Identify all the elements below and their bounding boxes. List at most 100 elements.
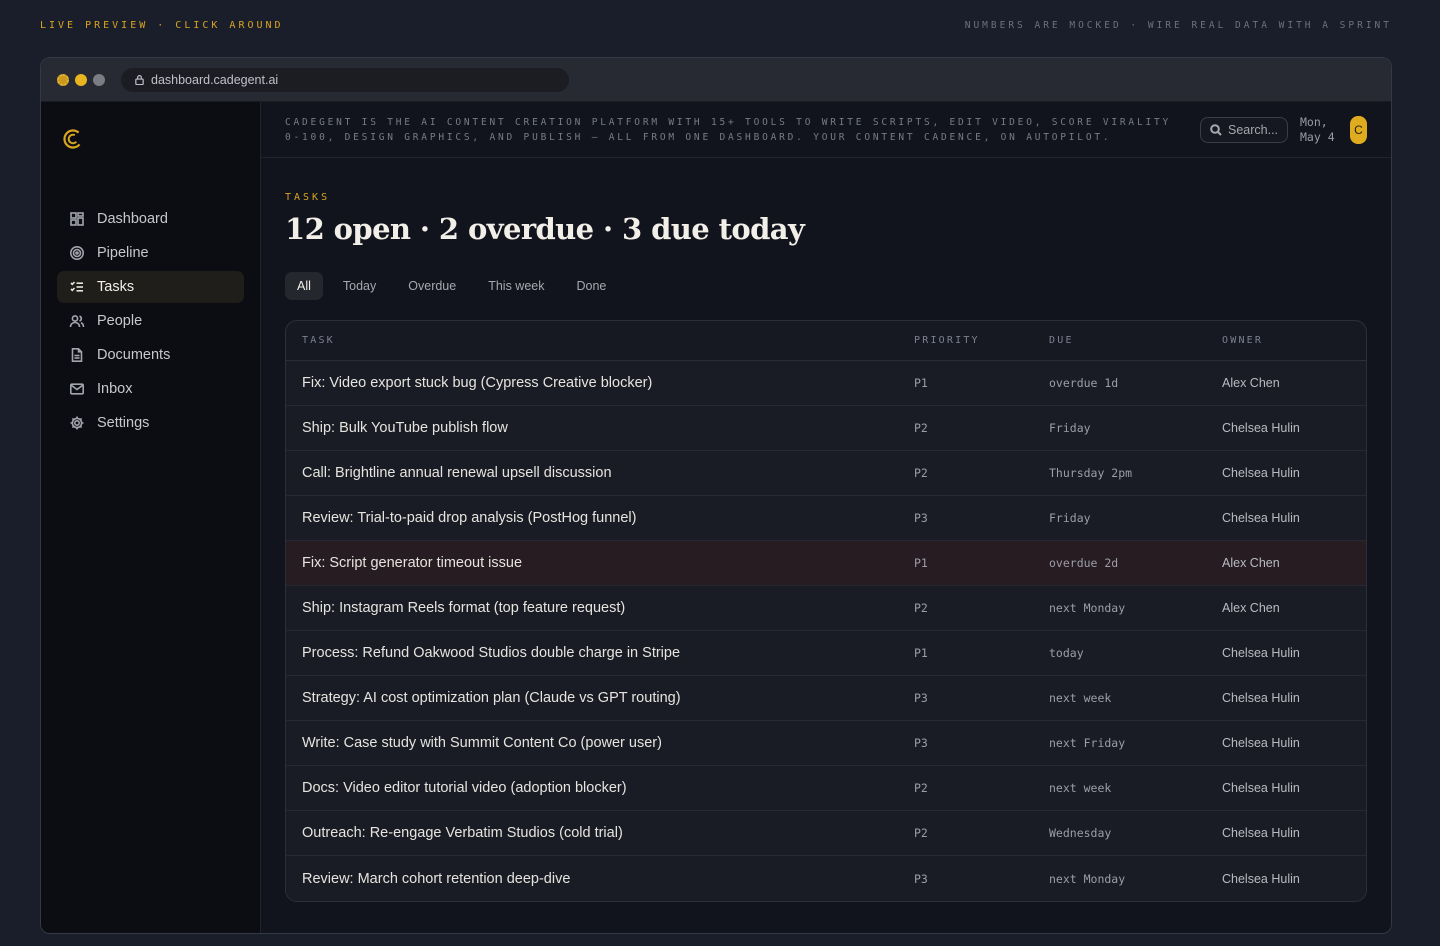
- gear-icon: [70, 416, 84, 430]
- table-row[interactable]: Process: Refund Oakwood Studios double c…: [286, 631, 1366, 676]
- url-text: dashboard.cadegent.ai: [151, 72, 279, 87]
- sidebar-item-inbox[interactable]: Inbox: [57, 373, 244, 405]
- tab-done[interactable]: Done: [565, 272, 619, 300]
- task-cell: Fix: Video export stuck bug (Cypress Cre…: [302, 375, 653, 391]
- column-header-due[interactable]: DUE: [1049, 335, 1222, 346]
- sidebar-item-documents[interactable]: Documents: [57, 339, 244, 371]
- sidebar-item-people[interactable]: People: [57, 305, 244, 337]
- table-row[interactable]: Outreach: Re-engage Verbatim Studios (co…: [286, 811, 1366, 856]
- priority-cell: P2: [914, 601, 928, 615]
- document-icon: [71, 348, 83, 362]
- task-cell: Docs: Video editor tutorial video (adopt…: [302, 780, 627, 796]
- product-tagline: Cadegent is the AI content creation plat…: [285, 116, 1172, 143]
- table-row[interactable]: Write: Case study with Summit Content Co…: [286, 721, 1366, 766]
- current-date: Mon, May 4: [1300, 115, 1344, 145]
- tab-all[interactable]: All: [285, 272, 323, 300]
- owner-cell: Chelsea Hulin: [1222, 646, 1300, 660]
- due-cell: Friday: [1049, 511, 1091, 525]
- column-header-priority[interactable]: PRIORITY: [914, 335, 1049, 346]
- app-shell: Dashboard Pipeline Tasks People Document…: [41, 102, 1391, 933]
- sidebar-item-settings[interactable]: Settings: [57, 407, 244, 439]
- date-day: May 4: [1300, 129, 1335, 144]
- table-row[interactable]: Fix: Video export stuck bug (Cypress Cre…: [286, 361, 1366, 406]
- due-cell: next week: [1049, 691, 1112, 705]
- priority-cell: P1: [914, 646, 928, 660]
- due-cell: next Monday: [1049, 601, 1126, 615]
- task-cell: Review: Trial-to-paid drop analysis (Pos…: [302, 510, 637, 526]
- priority-cell: P2: [914, 466, 928, 480]
- task-cell: Fix: Script generator timeout issue: [302, 555, 523, 571]
- owner-cell: Alex Chen: [1222, 601, 1280, 615]
- sidebar-item-label: People: [97, 313, 143, 329]
- search-placeholder: Search...: [1228, 122, 1279, 137]
- sidebar-item-dashboard[interactable]: Dashboard: [57, 203, 244, 235]
- lock-icon: [135, 75, 144, 85]
- tab-this-week[interactable]: This week: [476, 272, 556, 300]
- main-content: Cadegent is the AI content creation plat…: [261, 102, 1391, 933]
- column-header-owner[interactable]: OWNER: [1222, 335, 1366, 346]
- table-header: TASK PRIORITY DUE OWNER: [286, 321, 1366, 361]
- tasks-page: Tasks 12 open · 2 overdue · 3 due today …: [261, 158, 1391, 902]
- browser-chrome: dashboard.cadegent.ai: [41, 58, 1391, 102]
- priority-cell: P2: [914, 781, 928, 795]
- date-weekday: Mon,: [1300, 114, 1328, 129]
- due-cell: next Monday: [1049, 871, 1126, 886]
- table-row[interactable]: Call: Brightline annual renewal upsell d…: [286, 451, 1366, 496]
- priority-cell: P3: [914, 691, 928, 705]
- preview-banner: Live preview · click around Numbers are …: [40, 18, 1392, 32]
- window-close-button[interactable]: [57, 73, 69, 86]
- table-row[interactable]: Review: March cohort retention deep-dive…: [286, 856, 1366, 901]
- window-controls: [57, 73, 105, 86]
- priority-cell: P3: [914, 871, 928, 886]
- due-cell: Wednesday: [1049, 826, 1112, 840]
- sidebar-item-label: Documents: [97, 347, 171, 363]
- owner-cell: Chelsea Hulin: [1222, 691, 1300, 705]
- priority-cell: P3: [914, 511, 928, 525]
- task-cell: Ship: Instagram Reels format (top featur…: [302, 600, 626, 616]
- task-cell: Ship: Bulk YouTube publish flow: [302, 420, 508, 436]
- owner-cell: Chelsea Hulin: [1222, 511, 1300, 525]
- table-row[interactable]: Review: Trial-to-paid drop analysis (Pos…: [286, 496, 1366, 541]
- page-title: 12 open · 2 overdue · 3 due today: [285, 212, 805, 246]
- due-cell: overdue 2d: [1049, 556, 1119, 570]
- owner-cell: Chelsea Hulin: [1222, 736, 1300, 750]
- sidebar-item-pipeline[interactable]: Pipeline: [57, 237, 244, 269]
- avatar[interactable]: C: [1350, 115, 1367, 144]
- table-row[interactable]: Ship: Bulk YouTube publish flow P2 Friday C…: [286, 406, 1366, 451]
- table-row[interactable]: Fix: Script generator timeout issue P1 ove…: [286, 541, 1366, 586]
- task-cell: Process: Refund Oakwood Studios double c…: [302, 645, 681, 661]
- mock-notice: Numbers are mocked · wire real data with…: [964, 19, 1392, 31]
- window-minimize-button[interactable]: [75, 73, 87, 86]
- due-cell: overdue 1d: [1049, 376, 1119, 390]
- task-cell: Strategy: AI cost optimization plan (Cla…: [302, 690, 681, 706]
- address-bar[interactable]: dashboard.cadegent.ai: [121, 67, 569, 92]
- tasks-table: TASK PRIORITY DUE OWNER Fix: Video expor…: [285, 320, 1367, 902]
- due-cell: today: [1049, 646, 1084, 660]
- table-row[interactable]: Strategy: AI cost optimization plan (Cla…: [286, 676, 1366, 721]
- table-row[interactable]: Ship: Instagram Reels format (top featur…: [286, 586, 1366, 631]
- sidebar: Dashboard Pipeline Tasks People Document…: [41, 102, 261, 933]
- task-cell: Outreach: Re-engage Verbatim Studios (co…: [302, 825, 623, 841]
- tab-today[interactable]: Today: [331, 272, 388, 300]
- sidebar-item-label: Settings: [97, 415, 150, 431]
- priority-cell: P1: [914, 556, 928, 570]
- tab-overdue[interactable]: Overdue: [396, 272, 468, 300]
- sidebar-item-label: Dashboard: [97, 211, 168, 227]
- search-icon: [1210, 123, 1222, 136]
- owner-cell: Chelsea Hulin: [1222, 421, 1300, 435]
- priority-cell: P1: [914, 376, 928, 390]
- priority-cell: P3: [914, 736, 928, 750]
- column-header-task[interactable]: TASK: [302, 335, 914, 346]
- sidebar-item-label: Inbox: [97, 381, 133, 397]
- window-maximize-button[interactable]: [93, 73, 105, 86]
- dashboard-icon: [70, 212, 84, 226]
- search-input[interactable]: Search...: [1200, 116, 1288, 143]
- app-header: Cadegent is the AI content creation plat…: [261, 102, 1391, 158]
- table-row[interactable]: Docs: Video editor tutorial video (adopt…: [286, 766, 1366, 811]
- owner-cell: Alex Chen: [1222, 376, 1280, 390]
- owner-cell: Chelsea Hulin: [1222, 826, 1300, 840]
- due-cell: next Friday: [1049, 736, 1126, 750]
- owner-cell: Chelsea Hulin: [1222, 466, 1300, 480]
- cadegent-logo-icon[interactable]: [62, 128, 84, 150]
- sidebar-item-tasks[interactable]: Tasks: [57, 271, 244, 303]
